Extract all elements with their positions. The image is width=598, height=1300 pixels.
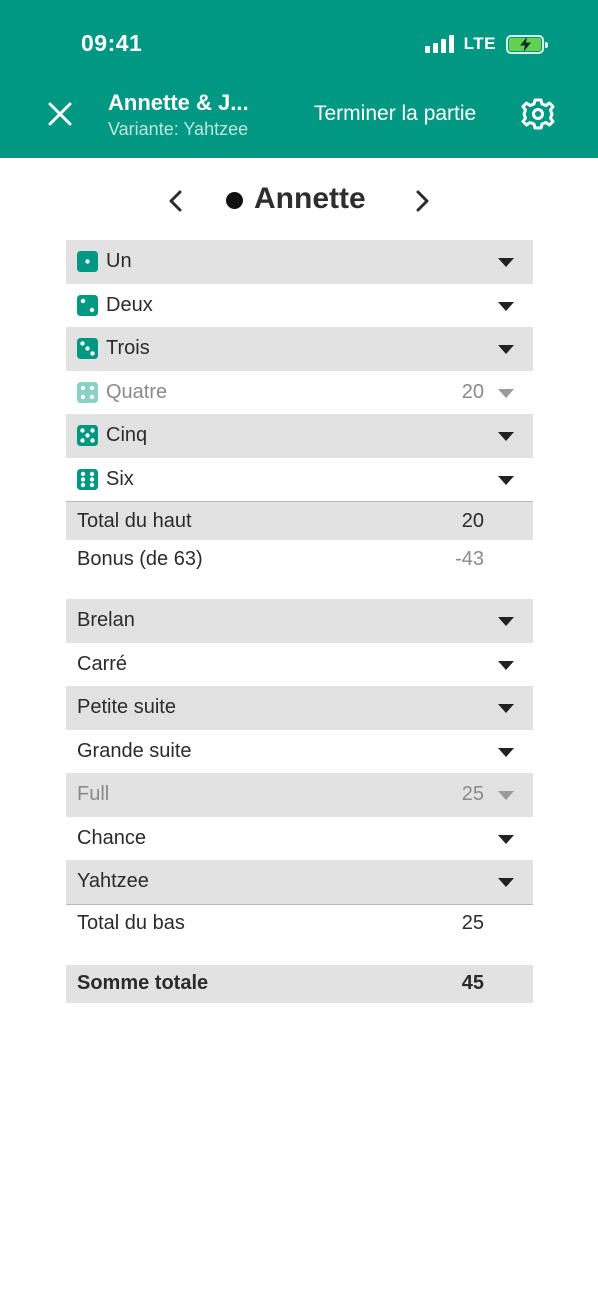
grand-total-label: Somme totale [77, 972, 209, 994]
lower-section: Brelan Carré Petite suite Grande suite Full 2… [66, 599, 533, 904]
score-row-label: Full [77, 783, 110, 806]
score-row-label: Six [106, 467, 134, 490]
dropdown-caret-icon[interactable] [498, 388, 514, 398]
score-row-cinq[interactable]: Cinq [66, 414, 533, 458]
upper-total-label: Total du haut [77, 509, 192, 532]
lower-total-label: Total du bas [77, 912, 185, 934]
game-title-block: Annette & J... Variante: Yahtzee [108, 90, 249, 141]
game-variant: Variante: Yahtzee [108, 119, 249, 139]
chevron-right-icon [416, 190, 429, 212]
close-button[interactable] [44, 98, 76, 130]
grand-total-value: 45 [461, 972, 484, 994]
dropdown-caret-icon[interactable] [498, 791, 514, 800]
dropdown-caret-icon[interactable] [498, 258, 514, 267]
score-row-trois[interactable]: Trois [66, 327, 533, 371]
player-navigation: Annette [0, 176, 598, 226]
lower-total-row: Total du bas 25 [66, 903, 533, 943]
chevron-left-icon [169, 190, 182, 212]
close-icon [48, 102, 72, 126]
dropdown-caret-icon[interactable] [498, 301, 514, 311]
gear-icon [521, 98, 555, 130]
score-row-petite-suite[interactable]: Petite suite [66, 686, 533, 730]
score-row-carr-[interactable]: Carré [66, 643, 533, 687]
score-row-un[interactable]: Un [66, 240, 533, 284]
upper-section: Un Deux Trois Quatre 20 Cinq Six [66, 240, 533, 501]
bonus-value: -43 [455, 547, 484, 570]
die-4-icon [77, 381, 98, 403]
score-row-label: Chance [77, 826, 146, 849]
settings-button[interactable] [521, 97, 555, 131]
dropdown-caret-icon[interactable] [498, 660, 514, 670]
score-row-chance[interactable]: Chance [66, 817, 533, 861]
score-row-label: Deux [106, 293, 153, 316]
lower-total-value: 25 [461, 912, 484, 934]
score-row-label: Cinq [106, 424, 148, 447]
status-time: 09:41 [81, 30, 143, 56]
charging-bolt-icon [520, 36, 531, 52]
score-row-label: Quatre [106, 380, 168, 403]
dropdown-caret-icon[interactable] [498, 432, 514, 441]
dropdown-caret-icon[interactable] [498, 878, 514, 887]
score-sheet: Un Deux Trois Quatre 20 Cinq Six Total du haut… [66, 240, 533, 1003]
score-row-deux[interactable]: Deux [66, 284, 533, 328]
score-row-quatre[interactable]: Quatre 20 [66, 371, 533, 415]
app-header: 09:41 LTE Annette & J... Variante: Yahtz… [0, 0, 598, 158]
upper-total-value: 20 [461, 509, 484, 532]
score-row-label: Yahtzee [77, 870, 149, 893]
score-row-label: Petite suite [77, 696, 176, 719]
previous-player-button[interactable] [166, 188, 186, 214]
die-3-icon [77, 338, 98, 359]
die-6-icon [77, 468, 98, 490]
signal-icon [424, 35, 454, 53]
dropdown-caret-icon[interactable] [498, 747, 514, 757]
score-row-label: Grande suite [77, 739, 192, 762]
network-label: LTE [463, 34, 496, 53]
end-game-button[interactable]: Terminer la partie [314, 102, 476, 126]
grand-total-row: Somme totale 45 [66, 964, 533, 1003]
score-row-brelan[interactable]: Brelan [66, 599, 533, 643]
upper-total-row: Total du haut 20 [66, 501, 533, 540]
bonus-row: Bonus (de 63) -43 [66, 540, 533, 578]
dropdown-caret-icon[interactable] [498, 475, 514, 485]
die-5-icon [77, 425, 98, 446]
status-indicators: LTE [424, 32, 548, 56]
game-title: Annette & J... [108, 90, 249, 115]
score-row-six[interactable]: Six [66, 458, 533, 502]
score-row-label: Trois [106, 337, 150, 360]
bonus-label: Bonus (de 63) [77, 547, 203, 570]
player-color-dot [226, 192, 243, 209]
score-row-label: Un [106, 250, 132, 273]
score-row-full[interactable]: Full 25 [66, 773, 533, 817]
score-row-yahtzee[interactable]: Yahtzee [66, 860, 533, 904]
score-row-grande-suite[interactable]: Grande suite [66, 730, 533, 774]
die-1-icon [77, 251, 98, 272]
dropdown-caret-icon[interactable] [498, 834, 514, 844]
next-player-button[interactable] [412, 188, 432, 214]
score-row-label: Carré [77, 652, 128, 675]
dropdown-caret-icon[interactable] [498, 704, 514, 713]
dropdown-caret-icon[interactable] [498, 617, 514, 626]
score-row-label: Brelan [77, 609, 135, 632]
battery-icon [506, 34, 548, 54]
score-row-value: 20 [461, 380, 484, 403]
player-name: Annette [254, 182, 366, 215]
die-2-icon [77, 294, 98, 316]
score-row-value: 25 [461, 783, 484, 806]
dropdown-caret-icon[interactable] [498, 345, 514, 354]
